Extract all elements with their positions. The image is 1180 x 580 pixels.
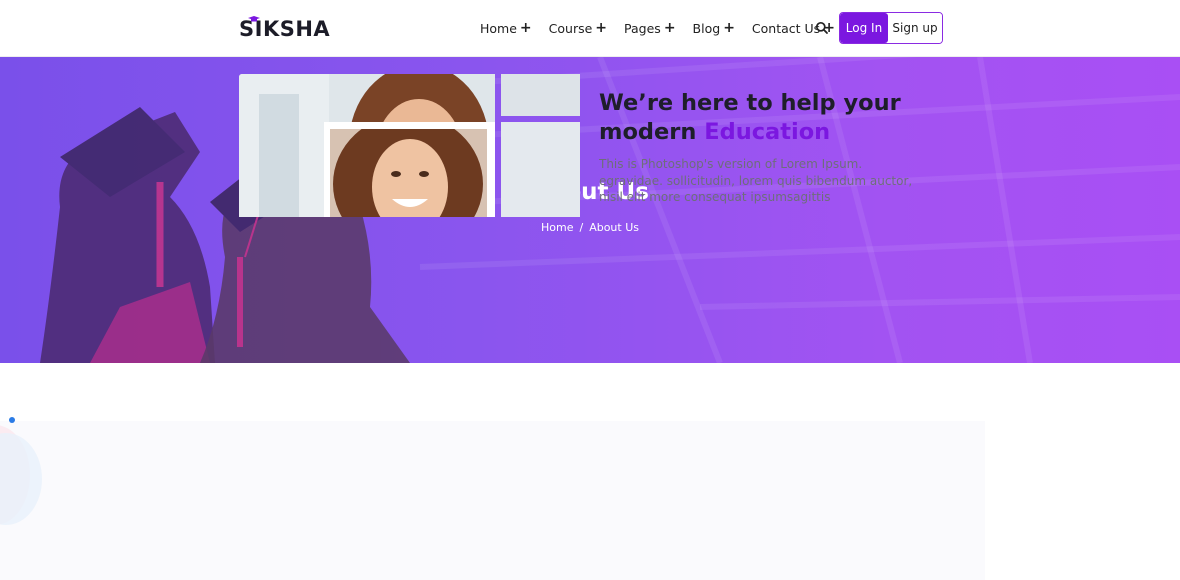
page-title: About Us [531,179,649,205]
nav-item-blog[interactable]: Blog + [693,19,735,37]
breadcrumb-current: About Us [589,221,639,234]
decorative-dot [9,417,15,423]
nav-item-pages[interactable]: Pages + [624,19,676,37]
nav-item-label: Contact Us [751,20,821,36]
page-banner: About Us Home / About Us [0,57,1180,363]
about-heading: We’re here to help your modern Education [599,89,979,147]
nav-item-label: Course [548,20,593,36]
signup-button[interactable]: Sign up [888,13,942,43]
search-icon[interactable] [815,21,829,35]
breadcrumb-separator: / [579,221,584,234]
graduation-cap-icon [248,16,260,22]
graduates-background-image [40,57,1180,363]
student-face-image [330,129,487,217]
nav-item-course[interactable]: Course + [549,19,607,37]
heading-accent: Education [704,119,831,145]
plus-icon: + [723,20,735,36]
site-header: SIKSHA Home + Course + Pages + Blog + Co… [0,0,1180,57]
plus-icon: + [595,20,608,36]
nav-item-label: Blog [692,20,721,36]
nav-item-label: Home [480,20,517,36]
plus-icon: + [519,20,532,36]
main-nav: Home + Course + Pages + Blog + Contact U… [480,19,852,37]
nav-item-home[interactable]: Home + [480,19,532,37]
heading-line-1: We’re here to help your [599,90,901,116]
student-photo-small [330,129,487,217]
breadcrumb-home-link[interactable]: Home [541,221,573,234]
about-panel-background [0,421,985,580]
photo-tile [501,74,580,116]
heading-line-2: modern [599,119,705,145]
login-button[interactable]: Log In [840,13,888,43]
breadcrumb: Home / About Us [0,221,1180,234]
photo-tile [501,122,580,217]
site-logo[interactable]: SIKSHA [239,14,330,44]
about-description: This is Photoshop's version of Lorem Ips… [599,157,913,204]
about-section [0,363,1180,580]
auth-buttons: Log In Sign up [839,12,943,44]
nav-item-label: Pages [624,20,661,36]
plus-icon: + [663,20,676,36]
